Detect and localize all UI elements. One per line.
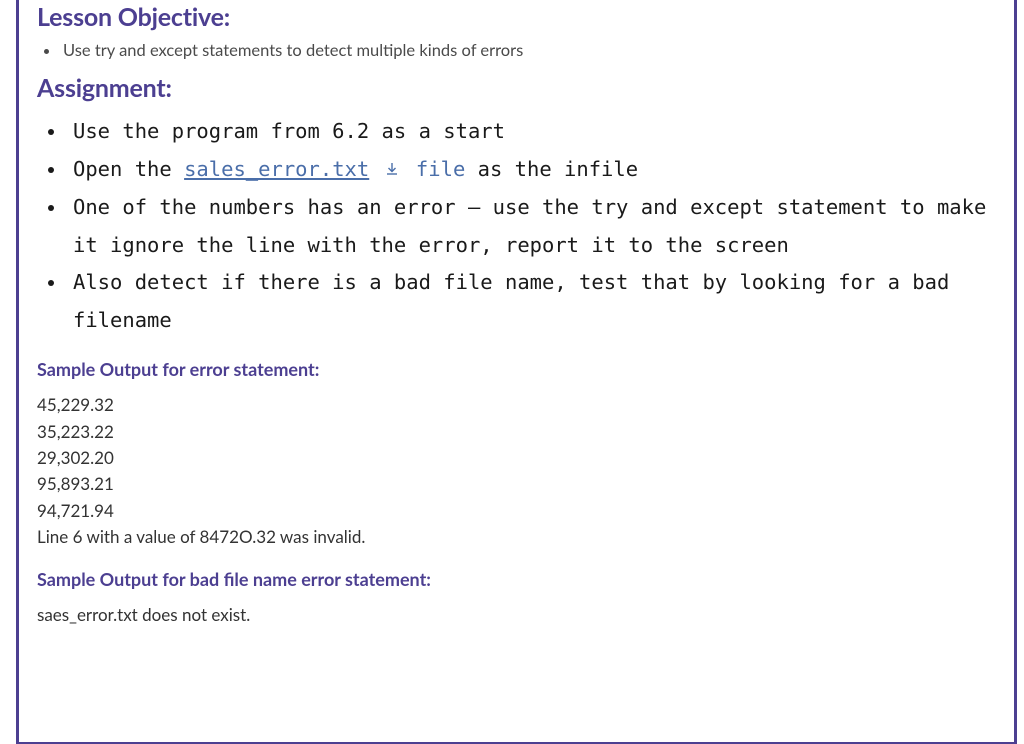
objective-item: Use try and except statements to detect … [61, 38, 996, 63]
output-line: 29,302.20 [37, 445, 996, 471]
output-line: 94,721.94 [37, 498, 996, 524]
assignment-item-2-file-word: file [416, 157, 465, 181]
objective-heading: Lesson Objective: [37, 0, 996, 32]
sample-badfile-heading: Sample Output for bad file name error st… [37, 568, 996, 590]
sales-error-link[interactable]: sales_error.txt [184, 157, 369, 181]
sample-error-heading: Sample Output for error statement: [37, 358, 996, 380]
page-container: Lesson Objective: Use try and except sta… [0, 0, 1024, 744]
output-line: 35,223.22 [37, 419, 996, 445]
output-line: 45,229.32 [37, 392, 996, 418]
assignment-item-2-post: as the infile [465, 157, 638, 181]
objective-list: Use try and except statements to detect … [37, 38, 996, 63]
assignment-item-1: Use the program from 6.2 as a start [67, 113, 996, 151]
output-line: Line 6 with a value of 8472O.32 was inva… [37, 524, 996, 550]
assignment-item-3: One of the numbers has an error – use th… [67, 189, 996, 265]
lesson-card: Lesson Objective: Use try and except sta… [16, 0, 1017, 744]
assignment-item-4: Also detect if there is a bad file name,… [67, 264, 996, 340]
assignment-list: Use the program from 6.2 as a start Open… [37, 113, 996, 341]
download-icon[interactable] [384, 152, 400, 190]
assignment-heading: Assignment: [37, 71, 996, 103]
sample-error-output: 45,229.32 35,223.22 29,302.20 95,893.21 … [37, 392, 996, 550]
assignment-item-2: Open the sales_error.txt file as the inf… [67, 151, 996, 189]
sample-badfile-output: saes_error.txt does not exist. [37, 602, 996, 628]
assignment-item-2-pre: Open the [73, 157, 184, 181]
output-line: 95,893.21 [37, 471, 996, 497]
output-line: saes_error.txt does not exist. [37, 602, 996, 628]
